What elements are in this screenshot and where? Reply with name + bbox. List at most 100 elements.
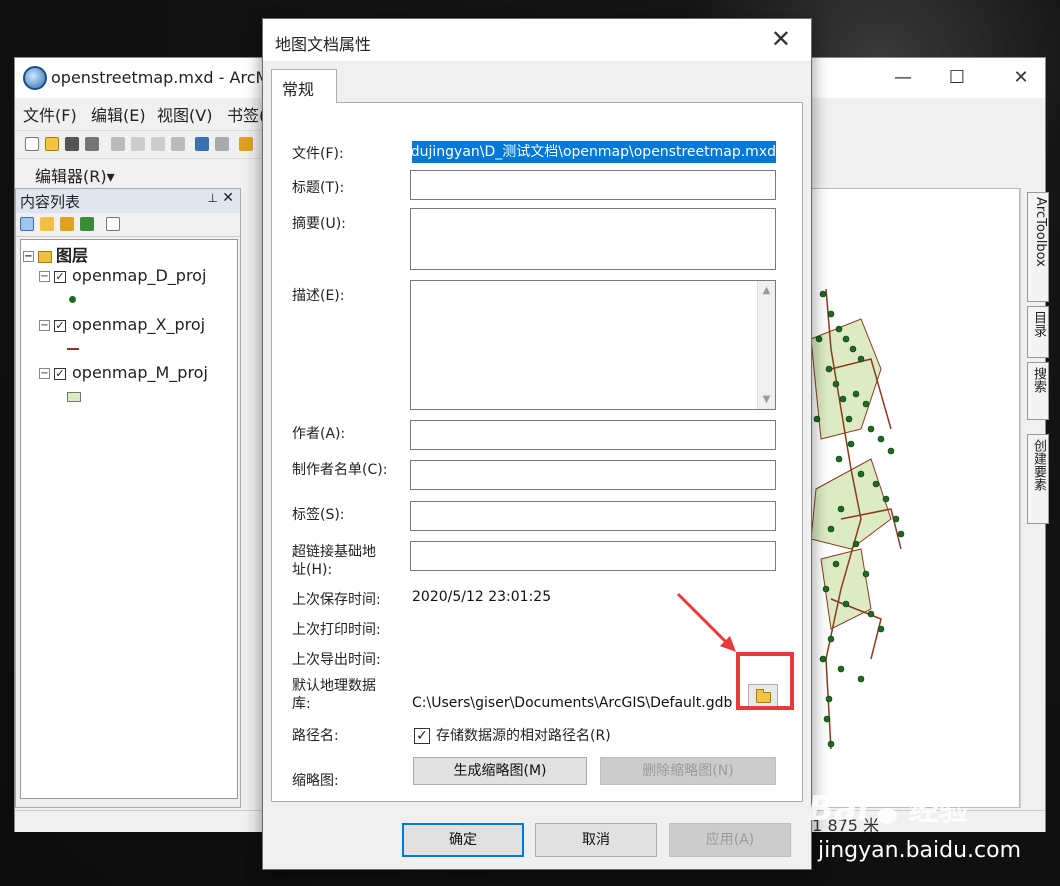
layer-visibility-checkbox[interactable]: ✓ [54,270,66,283]
author-field[interactable] [410,420,776,450]
scroll-up-icon[interactable]: ▲ [758,285,775,296]
menu-bookmarks[interactable]: 书签( [227,102,265,126]
menu-edit[interactable]: 编辑(E) [91,102,146,126]
credits-field[interactable] [410,460,776,490]
toc-toolbar [16,213,240,237]
dialog-button-bar: 确定 取消 应用(A) [263,809,811,869]
paw-icon [869,793,909,828]
add-data-icon[interactable] [239,137,253,151]
print-icon[interactable] [85,137,99,151]
make-thumbnail-button[interactable]: 生成缩略图(M) [413,757,587,785]
minimize-icon[interactable]: — [885,62,921,94]
default-gdb-label: 默认地理数据库: [292,678,376,712]
collapse-icon[interactable]: − [39,320,50,331]
map-document-properties-dialog: 地图文档属性 ✕ 常规 文件(F): \baidujingyan\D_测试文档\… [262,18,812,870]
layer-item[interactable]: − ✓ openmap_M_proj [39,363,208,382]
new-icon[interactable] [25,137,39,151]
list-by-selection-icon[interactable] [80,217,94,231]
layer-item[interactable]: − ✓ openmap_D_proj [39,266,206,285]
collapse-icon[interactable]: − [23,251,34,262]
layer-visibility-checkbox[interactable]: ✓ [54,319,66,332]
tags-label: 标签(S): [292,507,345,523]
arctoolbox-tab[interactable]: ArcToolbox [1027,192,1049,302]
checkbox-checked-icon[interactable]: ✓ [414,728,430,744]
watermark-url: jingyan.baidu.com [818,838,1022,863]
list-by-visibility-icon[interactable] [60,217,74,231]
list-by-source-icon[interactable] [40,217,54,231]
layer-item[interactable]: − ✓ openmap_X_proj [39,315,205,334]
last-saved-value: 2020/5/12 23:01:25 [412,589,552,605]
tags-field[interactable] [410,501,776,531]
line-symbol [67,348,79,350]
standard-toolbar [15,130,265,156]
close-window-icon[interactable]: ✕ [1003,62,1039,94]
search-tab[interactable]: 搜索 [1027,362,1049,420]
hyperlink-label: 超链接基础地址(H): [292,544,376,578]
summary-field[interactable] [410,208,776,270]
scroll-down-icon[interactable]: ▼ [758,394,775,405]
description-scrollbar[interactable]: ▲ ▼ [757,281,775,409]
editor-menu[interactable]: 编辑器(R)▾ [35,163,115,187]
hyperlink-field[interactable] [410,541,776,571]
last-printed-label: 上次打印时间: [292,622,381,638]
open-icon[interactable] [45,137,59,151]
title-field[interactable] [410,170,776,200]
menu-view[interactable]: 视图(V) [157,102,212,126]
options-icon[interactable] [106,217,120,231]
pin-icon[interactable]: ⊥ [208,191,218,205]
thumbnail-label: 缩略图: [292,773,339,789]
map-view[interactable] [800,188,1020,808]
close-icon[interactable]: ✕ [771,25,791,53]
map-canvas [810,288,905,750]
dialog-titlebar: 地图文档属性 ✕ [263,19,811,61]
polygon-symbol [67,392,81,402]
general-panel: 文件(F): \baidujingyan\D_测试文档\openmap\open… [271,102,803,802]
file-field[interactable]: \baidujingyan\D_测试文档\openmap\openstreetm… [410,138,776,166]
last-exported-label: 上次导出时间: [292,652,381,668]
create-features-tab[interactable]: 创建要素 [1027,434,1049,524]
cancel-button[interactable]: 取消 [535,823,657,857]
redo-icon[interactable] [215,137,229,151]
watermark-brand: Bai 经验 [808,789,969,829]
delete-icon[interactable] [171,137,185,151]
layers-icon [38,250,52,263]
toc-title: 内容列表 [20,193,81,211]
dialog-title: 地图文档属性 [275,35,372,54]
layers-root[interactable]: − 图层 [23,242,88,266]
annotation-highlight-box [736,652,794,710]
paste-icon[interactable] [151,137,165,151]
undo-icon[interactable] [195,137,209,151]
summary-label: 摘要(U): [292,216,346,232]
relative-paths-checkbox[interactable]: ✓ 存储数据源的相对路径名(R) [414,725,611,745]
toc-tree: − 图层 − ✓ openmap_D_proj − ✓ openmap_X_proj − ✓… [20,239,238,799]
table-of-contents: 内容列表 ⊥ ✕ − 图层 − ✓ openmap_D_proj − ✓ openmap_… [15,188,241,808]
last-saved-label: 上次保存时间: [292,592,381,608]
cut-icon[interactable] [111,137,125,151]
ok-button[interactable]: 确定 [402,823,524,857]
title-label: 标题(T): [292,180,345,196]
apply-button[interactable]: 应用(A) [669,823,791,857]
collapse-icon[interactable]: − [39,368,50,379]
file-label: 文件(F): [292,146,344,162]
arcmap-logo-icon [23,66,47,90]
author-label: 作者(A): [292,426,346,442]
list-by-drawing-order-icon[interactable] [20,217,34,231]
catalog-tab[interactable]: 目录 [1027,306,1049,358]
credits-label: 制作者名单(C): [292,462,388,478]
close-toc-icon[interactable]: ✕ [222,190,234,206]
arcmap-menubar: 文件(F) 编辑(E) 视图(V) 书签( [15,100,265,128]
save-icon[interactable] [65,137,79,151]
file-value: \baidujingyan\D_测试文档\openmap\openstreetm… [412,141,776,163]
toc-header: 内容列表 ⊥ ✕ [16,189,240,213]
copy-icon[interactable] [131,137,145,151]
delete-thumbnail-button[interactable]: 删除缩略图(N) [600,757,776,785]
description-field[interactable]: ▲ ▼ [410,280,776,410]
layer-visibility-checkbox[interactable]: ✓ [54,367,66,380]
maximize-icon[interactable]: ☐ [939,62,975,94]
arcmap-title: openstreetmap.mxd - ArcM [51,68,270,87]
collapse-icon[interactable]: − [39,271,50,282]
tab-general[interactable]: 常规 [271,69,337,103]
side-dock: ArcToolbox 目录 搜索 创建要素 [1027,188,1049,608]
description-label: 描述(E): [292,288,345,304]
menu-file[interactable]: 文件(F) [23,102,77,126]
